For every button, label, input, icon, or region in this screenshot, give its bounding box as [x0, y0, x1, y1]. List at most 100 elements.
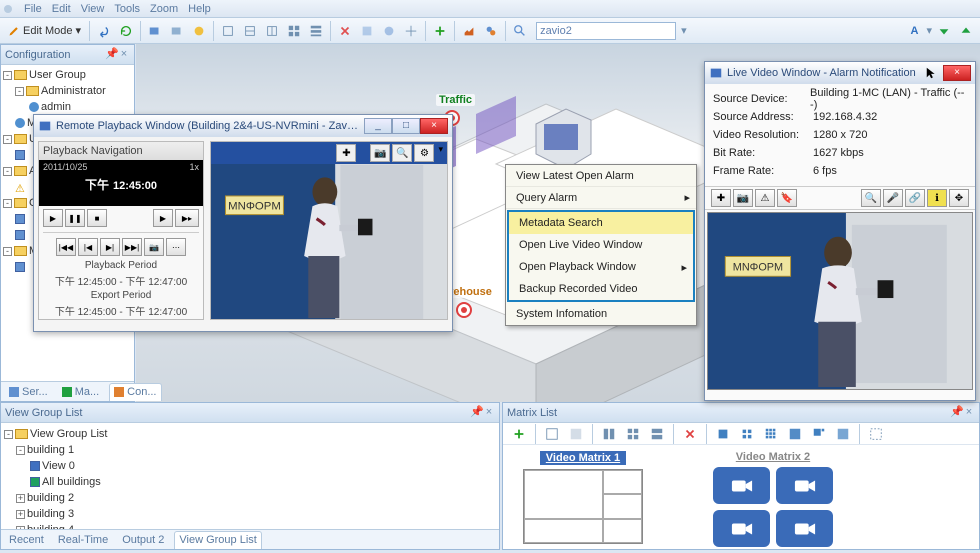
close-button[interactable]: ×	[943, 65, 971, 81]
live-snapshot-icon[interactable]: 📷	[733, 189, 753, 207]
skip-start-button[interactable]: |◀◀	[56, 238, 76, 256]
matrix-del-icon[interactable]	[680, 424, 700, 444]
video-zoom-icon[interactable]: 🔍	[392, 144, 412, 162]
live-move-icon[interactable]: ✥	[949, 189, 969, 207]
toolbar-search-input[interactable]	[536, 22, 676, 40]
matrix-2-label[interactable]: Video Matrix 2	[736, 451, 810, 463]
live-video-frame[interactable]: MNΦOPM	[707, 212, 973, 390]
toolbar-font-icon[interactable]: A	[904, 21, 924, 41]
toolbar-undo-icon[interactable]	[94, 21, 114, 41]
marker-warehouse-icon[interactable]	[454, 302, 474, 322]
toolbar-btn-1[interactable]	[145, 21, 165, 41]
tab-view-group-list[interactable]: View Group List	[174, 531, 261, 549]
toolbar-search-icon[interactable]	[510, 21, 530, 41]
toolbar-btn-8[interactable]	[306, 21, 326, 41]
panel-pin-icon[interactable]: 📌	[950, 407, 962, 419]
font-dropdown[interactable]: ▾	[926, 24, 932, 37]
matrix-2-preview[interactable]	[713, 467, 833, 547]
toolbar-btn-2[interactable]	[167, 21, 187, 41]
live-tag-icon[interactable]: 🔖	[777, 189, 797, 207]
toolbar-down-icon[interactable]	[934, 21, 954, 41]
live-titlebar[interactable]: Live Video Window - Alarm Notification ×	[705, 62, 975, 84]
menu-help[interactable]: Help	[188, 3, 211, 15]
menu-open-live-video[interactable]: Open Live Video Window	[509, 234, 693, 256]
menu-view-latest-alarm[interactable]: View Latest Open Alarm	[506, 165, 696, 187]
step-fwd-button[interactable]: ▶|	[100, 238, 120, 256]
menu-view[interactable]: View	[81, 3, 105, 15]
matrix-grid-4x4-icon[interactable]	[785, 424, 805, 444]
live-mic-icon[interactable]: 🎤	[883, 189, 903, 207]
toolbar-btn-4[interactable]	[218, 21, 238, 41]
menu-backup-recorded[interactable]: Backup Recorded Video	[509, 278, 693, 300]
toolbar-btn-7[interactable]	[284, 21, 304, 41]
tab-recent[interactable]: Recent	[5, 531, 48, 549]
play-button[interactable]: ▶	[43, 209, 63, 227]
matrix-layout-4[interactable]	[623, 424, 643, 444]
view-group-tree[interactable]: -View Group List -building 1 View 0 All …	[1, 423, 499, 541]
matrix-grid-custom-icon[interactable]	[809, 424, 829, 444]
matrix-layout-5[interactable]	[647, 424, 667, 444]
menu-tools[interactable]: Tools	[114, 3, 140, 15]
play-fast-button[interactable]: ▶▸	[175, 209, 199, 227]
matrix-1-preview[interactable]	[523, 469, 643, 544]
toolbar-btn-9[interactable]	[335, 21, 355, 41]
toolbar-btn-5[interactable]	[240, 21, 260, 41]
toolbar-btn-14[interactable]	[459, 21, 479, 41]
toolbar-btn-6[interactable]	[262, 21, 282, 41]
menu-metadata-search[interactable]: Metadata Search	[509, 212, 693, 234]
menu-query-alarm[interactable]: Query Alarm	[506, 187, 696, 209]
live-link-icon[interactable]: 🔗	[905, 189, 925, 207]
tab-server[interactable]: Ser...	[5, 383, 52, 401]
matrix-1-label[interactable]: Video Matrix 1	[540, 451, 626, 465]
menu-zoom[interactable]: Zoom	[150, 3, 178, 15]
menu-open-playback[interactable]: Open Playback Window	[509, 256, 693, 278]
toolbar-btn-15[interactable]	[481, 21, 501, 41]
menu-file[interactable]: File	[24, 3, 42, 15]
stop-button[interactable]: ■	[87, 209, 107, 227]
settings-button[interactable]: ⋯	[166, 238, 186, 256]
matrix-layout-3[interactable]	[599, 424, 619, 444]
matrix-grid-3x3-icon[interactable]	[761, 424, 781, 444]
playback-video[interactable]: ✚ 📷 🔍 ⚙ ▾ MNΦOPM	[210, 141, 448, 320]
step-back-button[interactable]: |◀	[78, 238, 98, 256]
live-add-icon[interactable]: ✚	[711, 189, 731, 207]
menu-system-information[interactable]: System Infomation	[506, 303, 696, 325]
playback-titlebar[interactable]: Remote Playback Window (Building 2&4-US-…	[34, 115, 452, 137]
panel-close-icon[interactable]: ×	[963, 407, 975, 419]
search-dropdown-icon[interactable]: ▾	[681, 24, 687, 37]
toolbar-btn-13[interactable]	[430, 21, 450, 41]
tab-output2[interactable]: Output 2	[118, 531, 168, 549]
toolbar-btn-11[interactable]	[379, 21, 399, 41]
minimize-button[interactable]: _	[364, 118, 392, 134]
edit-mode-toggle[interactable]: Edit Mode ▾	[4, 24, 85, 37]
video-dropdown-icon[interactable]: ▾	[436, 144, 445, 162]
matrix-layout-1[interactable]	[542, 424, 562, 444]
matrix-grid-6-icon[interactable]	[833, 424, 853, 444]
panel-close-icon[interactable]: ×	[483, 407, 495, 419]
video-snapshot-icon[interactable]: 📷	[370, 144, 390, 162]
matrix-grid-2x2-icon[interactable]	[737, 424, 757, 444]
snapshot-button[interactable]: 📷	[144, 238, 164, 256]
toolbar-refresh-icon[interactable]	[116, 21, 136, 41]
close-button[interactable]: ×	[420, 118, 448, 134]
menu-edit[interactable]: Edit	[52, 3, 71, 15]
play-rev-button[interactable]: ▶	[153, 209, 173, 227]
live-info-icon[interactable]: ℹ	[927, 189, 947, 207]
tab-config[interactable]: Con...	[109, 383, 161, 401]
maximize-button[interactable]: □	[392, 118, 420, 134]
panel-pin-icon[interactable]: 📌	[105, 49, 117, 61]
video-add-icon[interactable]: ✚	[336, 144, 356, 162]
toolbar-btn-10[interactable]	[357, 21, 377, 41]
live-zoom-icon[interactable]: 🔍	[861, 189, 881, 207]
pause-button[interactable]: ❚❚	[65, 209, 85, 227]
tab-realtime[interactable]: Real-Time	[54, 531, 112, 549]
video-settings-icon[interactable]: ⚙	[414, 144, 434, 162]
tab-map[interactable]: Ma...	[58, 383, 103, 401]
panel-pin-icon[interactable]: 📌	[470, 407, 482, 419]
live-alarm-icon[interactable]: ⚠	[755, 189, 775, 207]
skip-end-button[interactable]: ▶▶|	[122, 238, 142, 256]
matrix-fullscreen-icon[interactable]	[866, 424, 886, 444]
toolbar-btn-12[interactable]	[401, 21, 421, 41]
matrix-layout-2[interactable]	[566, 424, 586, 444]
matrix-grid-1x1-icon[interactable]	[713, 424, 733, 444]
